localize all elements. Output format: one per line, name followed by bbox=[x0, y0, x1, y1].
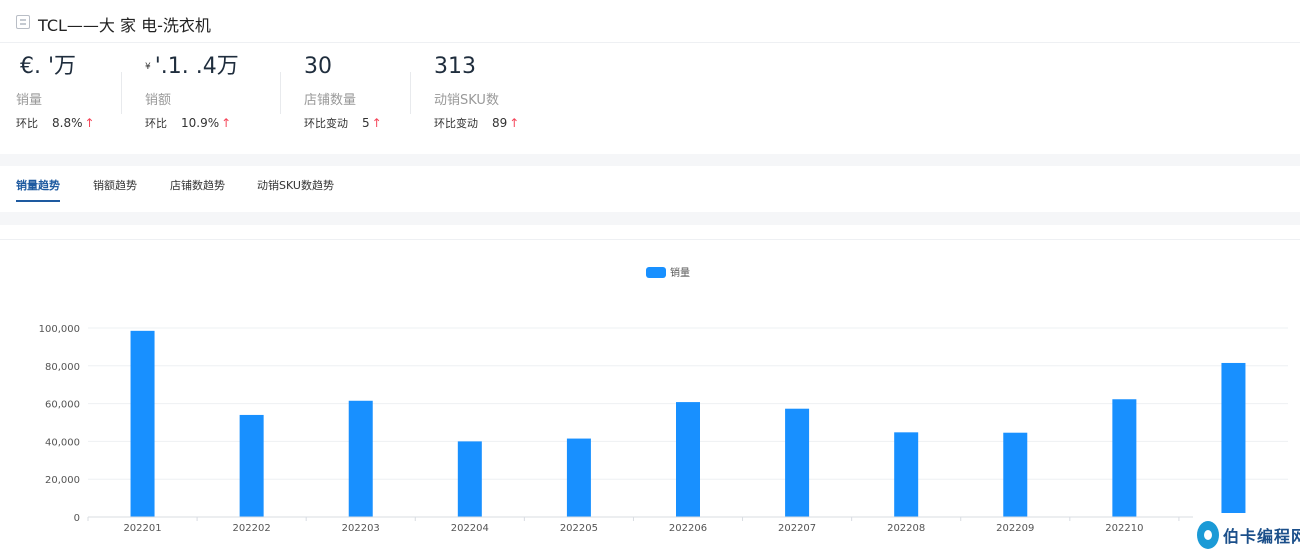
metric-value: €. '万 bbox=[20, 54, 77, 79]
bar bbox=[676, 402, 700, 517]
bar bbox=[894, 432, 919, 517]
sales-volume-bar-chart: 0 20,000 40,000 60,000 80,000 100,000 202201 20… bbox=[39, 266, 1288, 534]
bar bbox=[239, 414, 264, 517]
legend-label: 销量 bbox=[670, 266, 690, 279]
y-tick-label: 40,000 bbox=[45, 437, 80, 448]
divider bbox=[121, 72, 122, 114]
divider bbox=[280, 72, 281, 114]
metric-label: 动销SKU数 bbox=[434, 93, 499, 108]
metric-compare: 环比变动 89 ↑ bbox=[434, 116, 520, 130]
bar bbox=[130, 330, 155, 517]
arrow-up-icon: ↑ bbox=[509, 116, 520, 130]
metric-value: 313 bbox=[434, 54, 476, 79]
bar bbox=[566, 438, 591, 517]
divider bbox=[410, 72, 411, 114]
legend-swatch bbox=[646, 267, 666, 278]
title-bar: TCL——大 家 电-洗衣机 bbox=[0, 0, 1300, 43]
arrow-up-icon: ↑ bbox=[371, 116, 382, 130]
metric-compare: 环比 8.8% ↑ bbox=[16, 116, 95, 130]
tab-sku-count-trend[interactable]: 动销SKU数趋势 bbox=[257, 177, 334, 202]
x-tick-label: 202203 bbox=[342, 523, 380, 534]
watermark-logo-icon bbox=[1197, 521, 1219, 549]
x-tick-label: 202205 bbox=[560, 523, 598, 534]
x-tick-label: 202210 bbox=[1105, 523, 1143, 534]
arrow-up-icon: ↑ bbox=[221, 116, 232, 130]
bar bbox=[785, 408, 810, 517]
arrow-up-icon: ↑ bbox=[84, 116, 95, 130]
metric-label: 销量 bbox=[16, 93, 43, 108]
x-tick-label: 202204 bbox=[451, 523, 489, 534]
x-tick-label: 202201 bbox=[123, 523, 161, 534]
y-tick-label: 100,000 bbox=[39, 324, 80, 335]
bar bbox=[457, 441, 482, 517]
chart-panel: 0 20,000 40,000 60,000 80,000 100,000 202201 20… bbox=[0, 225, 1300, 556]
x-tick-label: 202207 bbox=[778, 523, 816, 534]
document-icon bbox=[16, 15, 30, 29]
metric-compare: 环比变动 5 ↑ bbox=[304, 116, 382, 130]
metric-value: 30 bbox=[304, 54, 332, 79]
tab-sales-amount-trend[interactable]: 销额趋势 bbox=[93, 177, 137, 202]
page-title: TCL——大 家 电-洗衣机 bbox=[38, 16, 211, 35]
metric-value: ¥ '.1. .4万 bbox=[145, 54, 239, 79]
metric-compare: 环比 10.9% ↑ bbox=[145, 116, 232, 130]
y-tick-label: 80,000 bbox=[45, 362, 80, 373]
watermark-text: 伯卡编程网 bbox=[1223, 527, 1300, 546]
bar bbox=[1221, 362, 1246, 517]
tab-sales-volume-trend[interactable]: 销量趋势 bbox=[16, 177, 60, 202]
x-tick-label: 202208 bbox=[887, 523, 925, 534]
bar bbox=[1112, 399, 1137, 517]
bar bbox=[1003, 432, 1028, 517]
x-tick-label: 202206 bbox=[669, 523, 707, 534]
watermark: 伯卡编程网 bbox=[1193, 513, 1300, 556]
summary-panel: TCL——大 家 电-洗衣机 €. '万 销量 环比 8.8% ↑ ¥ '.1. .4… bbox=[0, 0, 1300, 154]
x-tick-label: 202209 bbox=[996, 523, 1034, 534]
tab-store-count-trend[interactable]: 店铺数趋势 bbox=[170, 177, 225, 202]
bar bbox=[348, 400, 373, 517]
y-tick-label: 20,000 bbox=[45, 475, 80, 486]
y-tick-label: 0 bbox=[74, 513, 80, 524]
trend-tabs: 销量趋势 销额趋势 店铺数趋势 动销SKU数趋势 bbox=[0, 166, 1300, 212]
metric-label: 销额 bbox=[145, 93, 172, 108]
x-tick-label: 202202 bbox=[233, 523, 271, 534]
metric-label: 店铺数量 bbox=[304, 93, 357, 108]
y-tick-label: 60,000 bbox=[45, 400, 80, 411]
